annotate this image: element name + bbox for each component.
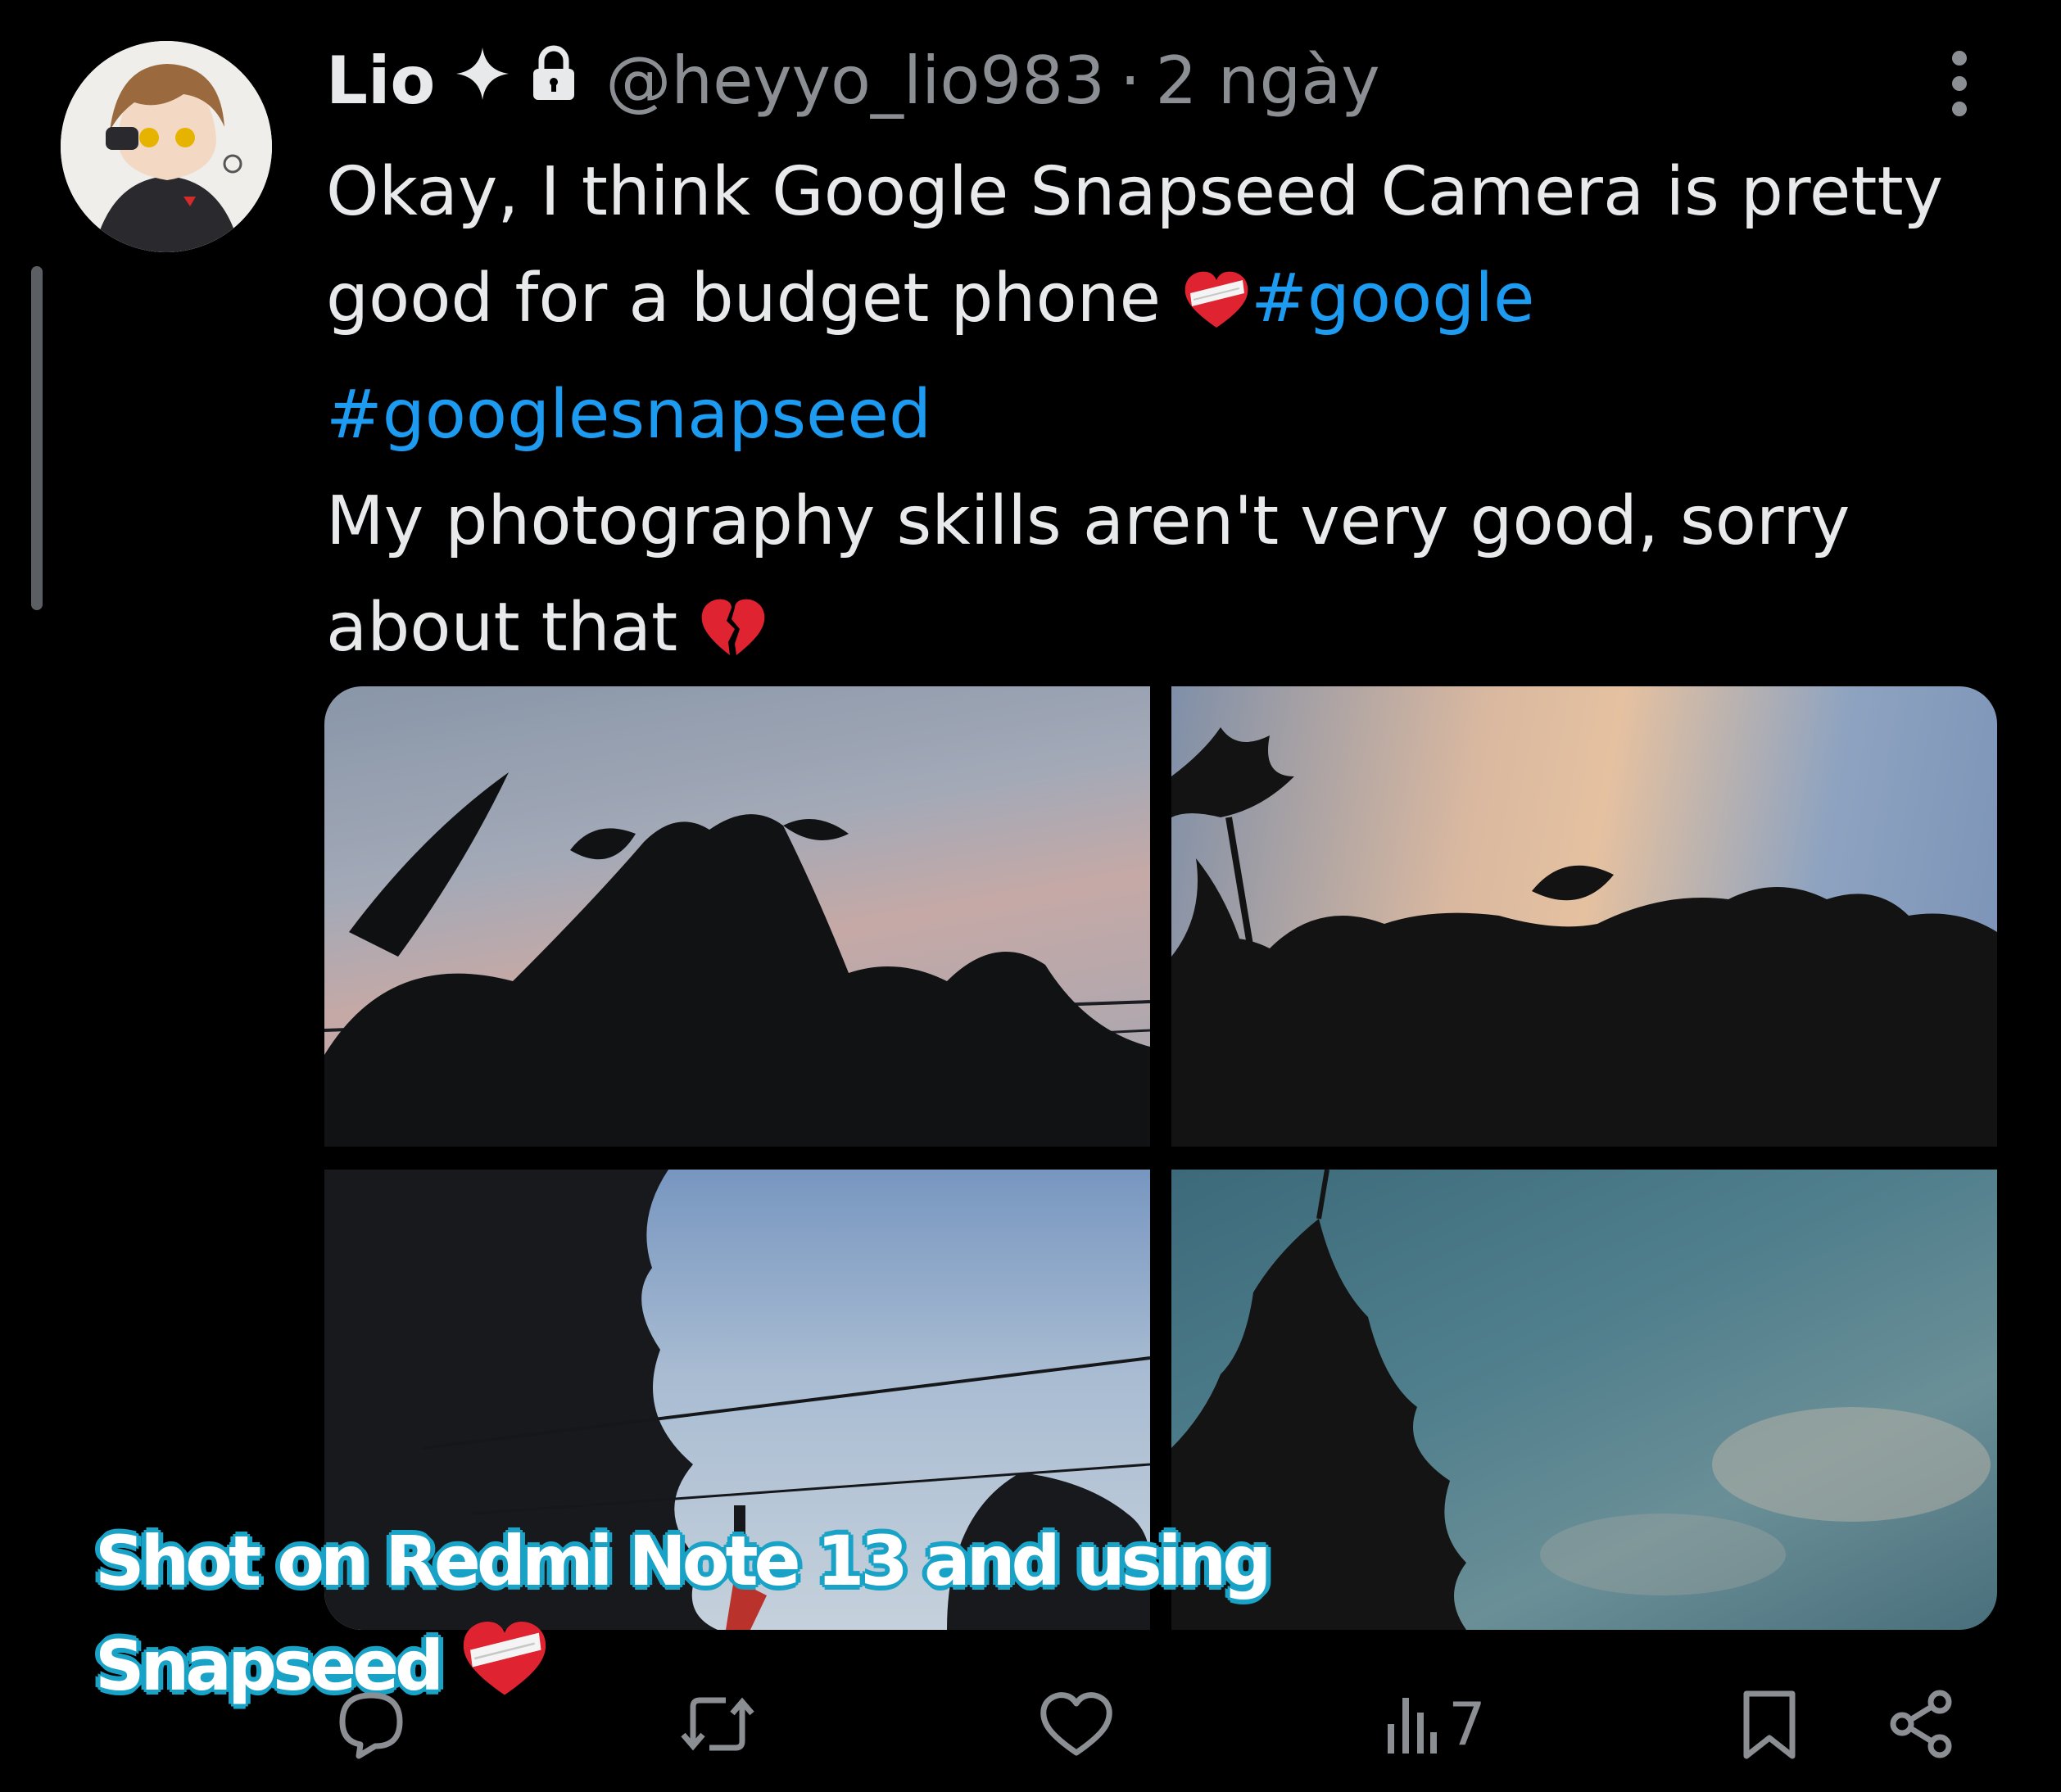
avatar[interactable] [61, 41, 272, 252]
display-name[interactable]: Lio [326, 43, 435, 119]
photo-2[interactable] [1171, 686, 1997, 1147]
more-options-icon[interactable] [1935, 51, 1984, 116]
photo-1[interactable] [324, 686, 1150, 1147]
heart-icon [1040, 1692, 1112, 1756]
like-button[interactable] [1037, 1679, 1116, 1769]
bookmark-icon [1743, 1690, 1796, 1759]
reply-button[interactable] [334, 1679, 408, 1769]
retweet-icon [681, 1697, 754, 1751]
views-icon [1388, 1698, 1437, 1754]
caption-line-1: Shot on Redmi Note 13 and using [95, 1521, 1271, 1601]
mending-heart-icon [1182, 256, 1251, 362]
post-time[interactable]: 2 ngày [1155, 43, 1379, 119]
views-button[interactable]: 7 [1383, 1679, 1486, 1769]
hashtag-google[interactable]: #google [1251, 260, 1534, 337]
bookmark-button[interactable] [1737, 1679, 1802, 1769]
retweet-button[interactable] [677, 1679, 759, 1769]
separator-dot: · [1120, 42, 1141, 119]
tweet-header: Lio @heyyo_lio983 · 2 ngày [326, 41, 1380, 120]
broken-heart-icon [699, 585, 768, 691]
share-button[interactable] [1886, 1679, 1959, 1769]
avatar-image [61, 41, 272, 252]
tweet-text-line-2: My photography skills aren't very good, … [326, 468, 1948, 691]
reply-icon [339, 1692, 403, 1759]
tweet-text-line-1: Okay, I think Google Snapseed Camera is … [326, 139, 1948, 362]
tweet-text: Okay, I think Google Snapseed Camera is … [326, 139, 1948, 691]
hashtag-googlesnapseed[interactable]: #googlesnapseed [326, 376, 931, 454]
scrollbar[interactable] [31, 266, 43, 610]
photo-4[interactable] [1171, 1170, 1997, 1630]
media-grid [324, 686, 1997, 1630]
views-count: 7 [1448, 1690, 1486, 1758]
share-icon [1890, 1690, 1952, 1758]
sparkle-icon [453, 43, 512, 119]
action-bar: 7 [326, 1679, 1964, 1769]
user-handle[interactable]: @heyyo_lio983 [605, 43, 1105, 119]
lock-icon [530, 43, 578, 119]
